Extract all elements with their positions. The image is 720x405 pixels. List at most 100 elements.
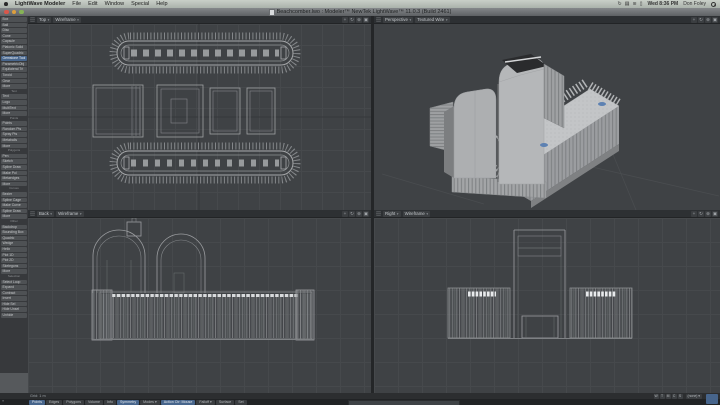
airport-icon[interactable]: ≋ — [632, 0, 636, 8]
sidebar-item-equilateral-tri[interactable]: Equilateral Tri — [1, 67, 27, 72]
menu-item-window[interactable]: Window — [105, 1, 125, 7]
sidebar-item-metaballs[interactable]: Metaballs — [1, 138, 27, 143]
zoom-icon[interactable]: ⊕ — [356, 17, 362, 23]
sidebar-item-disc[interactable]: Disc — [1, 28, 27, 33]
view-type-dropdown[interactable]: Top▾ — [37, 17, 51, 23]
sidebar-item-capsule[interactable]: Capsule — [1, 39, 27, 44]
expand-icon[interactable]: ▣ — [712, 17, 718, 23]
sidebar-item-invert[interactable]: Invert — [1, 296, 27, 301]
sidebar-item-spline-draw[interactable]: Spline Draw — [1, 209, 27, 214]
apple-icon[interactable] — [4, 2, 8, 6]
sidebar-item-random-pts[interactable]: Random Pts — [1, 127, 27, 132]
pan-icon[interactable]: + — [691, 211, 697, 217]
sidebar-item-cone[interactable]: Cone — [1, 34, 27, 39]
sidebar-item-multitext[interactable]: MultiText — [1, 106, 27, 111]
viewport-menu-icon[interactable] — [30, 211, 35, 216]
sidebar-item-hide-sel[interactable]: Hide Sel — [1, 302, 27, 307]
close-button[interactable] — [4, 10, 9, 15]
expand-icon[interactable]: ▣ — [363, 17, 369, 23]
pan-icon[interactable]: + — [691, 17, 697, 23]
sidebar-item-hide-unsel[interactable]: Hide Unsel — [1, 307, 27, 312]
sidebar-item-gemstone-tool[interactable]: Gemstone Tool — [1, 56, 27, 61]
sidebar-item-toroid[interactable]: Toroid — [1, 73, 27, 78]
button-action-ctr-mouse[interactable]: Action Ctr: Mouse — [161, 400, 196, 405]
vmap-c-button[interactable]: C — [672, 394, 677, 399]
menu-clock[interactable]: Wed 8:36 PM — [647, 1, 678, 7]
pan-icon[interactable]: + — [342, 17, 348, 23]
sidebar-item-points[interactable]: Points — [1, 121, 27, 126]
sidebar-item-plot-1d[interactable]: Plot 1D — [1, 253, 27, 258]
menu-item-edit[interactable]: Edit — [88, 1, 97, 7]
viewport-perspective-canvas[interactable] — [374, 24, 720, 210]
rotate-icon[interactable]: ↻ — [349, 211, 355, 217]
button-info[interactable]: Info — [104, 400, 116, 405]
expand-icon[interactable]: ▣ — [363, 211, 369, 217]
menu-item-help[interactable]: Help — [156, 1, 167, 7]
sidebar-item-skelegons[interactable]: Skelegons — [1, 264, 27, 269]
menu-item-file[interactable]: File — [72, 1, 81, 7]
vmap-m-button[interactable]: M — [666, 394, 671, 399]
menu-item-special[interactable]: Special — [131, 1, 149, 7]
vmap-t-button[interactable]: T — [660, 394, 665, 399]
zoom-icon[interactable]: ⊕ — [705, 211, 711, 217]
sidebar-item-box[interactable]: Box — [1, 17, 27, 22]
sidebar-item-plot-2d[interactable]: Plot 2D — [1, 258, 27, 263]
app-menu[interactable]: LightWave Modeler — [15, 1, 65, 7]
sidebar-item-ball[interactable]: Ball — [1, 23, 27, 28]
viewport-right-canvas[interactable] — [374, 218, 720, 393]
sidebar-item-sketch[interactable]: Sketch — [1, 159, 27, 164]
button-surface[interactable]: Surface — [216, 400, 234, 405]
sidebar-item-spline-draw[interactable]: Spline Draw — [1, 165, 27, 170]
render-mode-dropdown[interactable]: Wireframe▾ — [403, 211, 431, 217]
button-set[interactable]: Set — [235, 400, 246, 405]
sidebar-item-contract[interactable]: Contract — [1, 291, 27, 296]
minimize-button[interactable] — [12, 10, 17, 15]
sidebar-item-gear[interactable]: Gear — [1, 79, 27, 84]
spotlight-icon[interactable] — [711, 2, 716, 7]
sidebar-item-spray-pts[interactable]: Spray Pts — [1, 132, 27, 137]
viewport-menu-icon[interactable] — [376, 17, 381, 22]
sidebar-item-spline-cage[interactable]: Spline Cage — [1, 198, 27, 203]
sidebar-item-logo[interactable]: Logo — [1, 100, 27, 105]
sidebar-item-more[interactable]: More — [1, 214, 27, 219]
zoom-icon[interactable]: ⊕ — [356, 211, 362, 217]
button-edges[interactable]: Edges — [46, 400, 62, 405]
sidebar-item-select-loop[interactable]: Select Loop — [1, 280, 27, 285]
view-type-dropdown[interactable]: Right▾ — [383, 211, 401, 217]
viewport-menu-icon[interactable] — [376, 211, 381, 216]
viewport-menu-icon[interactable] — [30, 17, 35, 22]
render-mode-dropdown[interactable]: Wireframe▾ — [56, 211, 84, 217]
button-symmetry[interactable]: Symmetry — [117, 400, 139, 405]
sidebar-item-more[interactable]: More — [1, 84, 27, 89]
sidebar-item-bounding-box[interactable]: Bounding Box — [1, 230, 27, 235]
window-title-bar[interactable]: Beachcomber.lwo : Modeler™ NewTek LightW… — [0, 8, 720, 16]
zoom-button[interactable] — [19, 10, 24, 15]
sidebar-item-wedge[interactable]: Wedge — [1, 241, 27, 246]
expand-icon[interactable]: ▣ — [712, 211, 718, 217]
sidebar-item-more[interactable]: More — [1, 144, 27, 149]
sidebar-item-platonic-solid[interactable]: Platonic Solid — [1, 45, 27, 50]
fast-user-switch[interactable]: Don Foley — [683, 1, 706, 7]
sidebar-item-helix[interactable]: Helix — [1, 247, 27, 252]
sidebar-item-quadric[interactable]: Quadric — [1, 236, 27, 241]
sidebar-item-make-pol[interactable]: Make Pol — [1, 171, 27, 176]
rotate-icon[interactable]: ↻ — [349, 17, 355, 23]
timemachine-icon[interactable]: ↻ — [618, 0, 622, 8]
sidebar-item-metaedges[interactable]: Metaedges — [1, 176, 27, 181]
zoom-icon[interactable]: ⊕ — [705, 17, 711, 23]
sidebar-item-more[interactable]: More — [1, 111, 27, 116]
sidebar-item-unhide[interactable]: Unhide — [1, 313, 27, 318]
view-type-dropdown[interactable]: Back▾ — [37, 211, 54, 217]
panel-toggle-button[interactable] — [706, 394, 718, 404]
sidebar-item-superquadric[interactable]: SuperQuadric — [1, 51, 27, 56]
sidebar-item-parametricobj[interactable]: ParametricObj — [1, 62, 27, 67]
view-type-dropdown[interactable]: Perspective▾ — [383, 17, 413, 23]
render-mode-dropdown[interactable]: Textured Wire▾ — [415, 17, 449, 23]
sidebar-item-text[interactable]: Text — [1, 94, 27, 99]
button-points[interactable]: Points — [29, 400, 45, 405]
vmap-s-button[interactable]: S — [678, 394, 683, 399]
sidebar-item-bezier[interactable]: Bezier — [1, 192, 27, 197]
display-icon[interactable]: ▤ — [625, 0, 630, 8]
pan-icon[interactable]: + — [342, 211, 348, 217]
viewport-back-canvas[interactable] — [28, 218, 371, 393]
